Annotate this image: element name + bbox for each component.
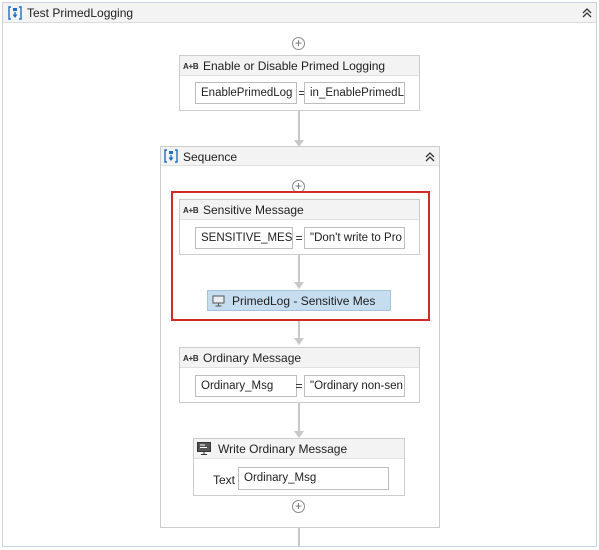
connector-arrow: [294, 431, 304, 438]
assign-value-field[interactable]: in_EnablePrimedLo: [304, 82, 405, 104]
assign-header: A+B Sensitive Message: [180, 200, 419, 220]
write-line-activity[interactable]: Write Ordinary Message Text Ordinary_Msg: [193, 438, 405, 496]
add-activity-button[interactable]: +: [292, 500, 305, 513]
equals-sign: =: [295, 231, 303, 245]
assign-header: A+B Ordinary Message: [180, 348, 419, 368]
connector-line: [298, 111, 300, 141]
assign-sensitive-message[interactable]: A+B Sensitive Message SENSITIVE_MESSAG =…: [179, 199, 420, 255]
equals-sign: =: [295, 379, 303, 393]
assign-to-field[interactable]: Ordinary_Msg: [195, 375, 297, 397]
write-line-header: Write Ordinary Message: [194, 439, 404, 459]
text-label: Text: [213, 473, 236, 487]
assign-enable-primed-logging[interactable]: A+B Enable or Disable Primed Logging Ena…: [179, 55, 420, 111]
sequence-icon: [8, 6, 22, 20]
workflow-header[interactable]: Test PrimedLogging: [3, 3, 596, 23]
primedlog-activity[interactable]: PrimedLog - Sensitive Mes: [207, 290, 391, 311]
assign-value-field[interactable]: "Ordinary non-sen: [304, 375, 405, 397]
connector-arrow: [294, 338, 304, 345]
assign-to-field[interactable]: SENSITIVE_MESSAG: [195, 227, 293, 249]
sequence-header[interactable]: Sequence: [161, 147, 439, 166]
collapse-icon[interactable]: [424, 151, 436, 166]
assign-header: A+B Enable or Disable Primed Logging: [180, 56, 419, 76]
assign-title: Sensitive Message: [203, 203, 304, 217]
connector-arrow: [294, 282, 304, 289]
text-field[interactable]: Ordinary_Msg: [238, 467, 389, 490]
assign-icon: A+B: [183, 62, 199, 71]
connector-line: [298, 403, 300, 432]
assign-icon: A+B: [183, 354, 199, 363]
assign-title: Ordinary Message: [203, 351, 302, 365]
primedlog-label: PrimedLog - Sensitive Mes: [232, 294, 376, 308]
assign-icon: A+B: [183, 206, 199, 215]
collapse-icon[interactable]: [581, 7, 593, 22]
assign-value-field[interactable]: "Don't write to Pro: [304, 227, 405, 249]
sequence-icon: [164, 149, 178, 163]
sequence-title: Sequence: [183, 150, 238, 164]
connector-line: [298, 255, 300, 283]
add-activity-button[interactable]: +: [292, 37, 305, 50]
workflow-title: Test PrimedLogging: [27, 6, 134, 20]
connector-line: [298, 528, 300, 546]
assign-ordinary-message[interactable]: A+B Ordinary Message Ordinary_Msg = "Ord…: [179, 347, 420, 403]
assign-to-field[interactable]: EnablePrimedLog: [195, 82, 297, 104]
write-line-title: Write Ordinary Message: [218, 442, 348, 456]
assign-title: Enable or Disable Primed Logging: [203, 59, 386, 73]
write-line-icon: [197, 442, 211, 455]
log-message-icon: [212, 295, 225, 307]
